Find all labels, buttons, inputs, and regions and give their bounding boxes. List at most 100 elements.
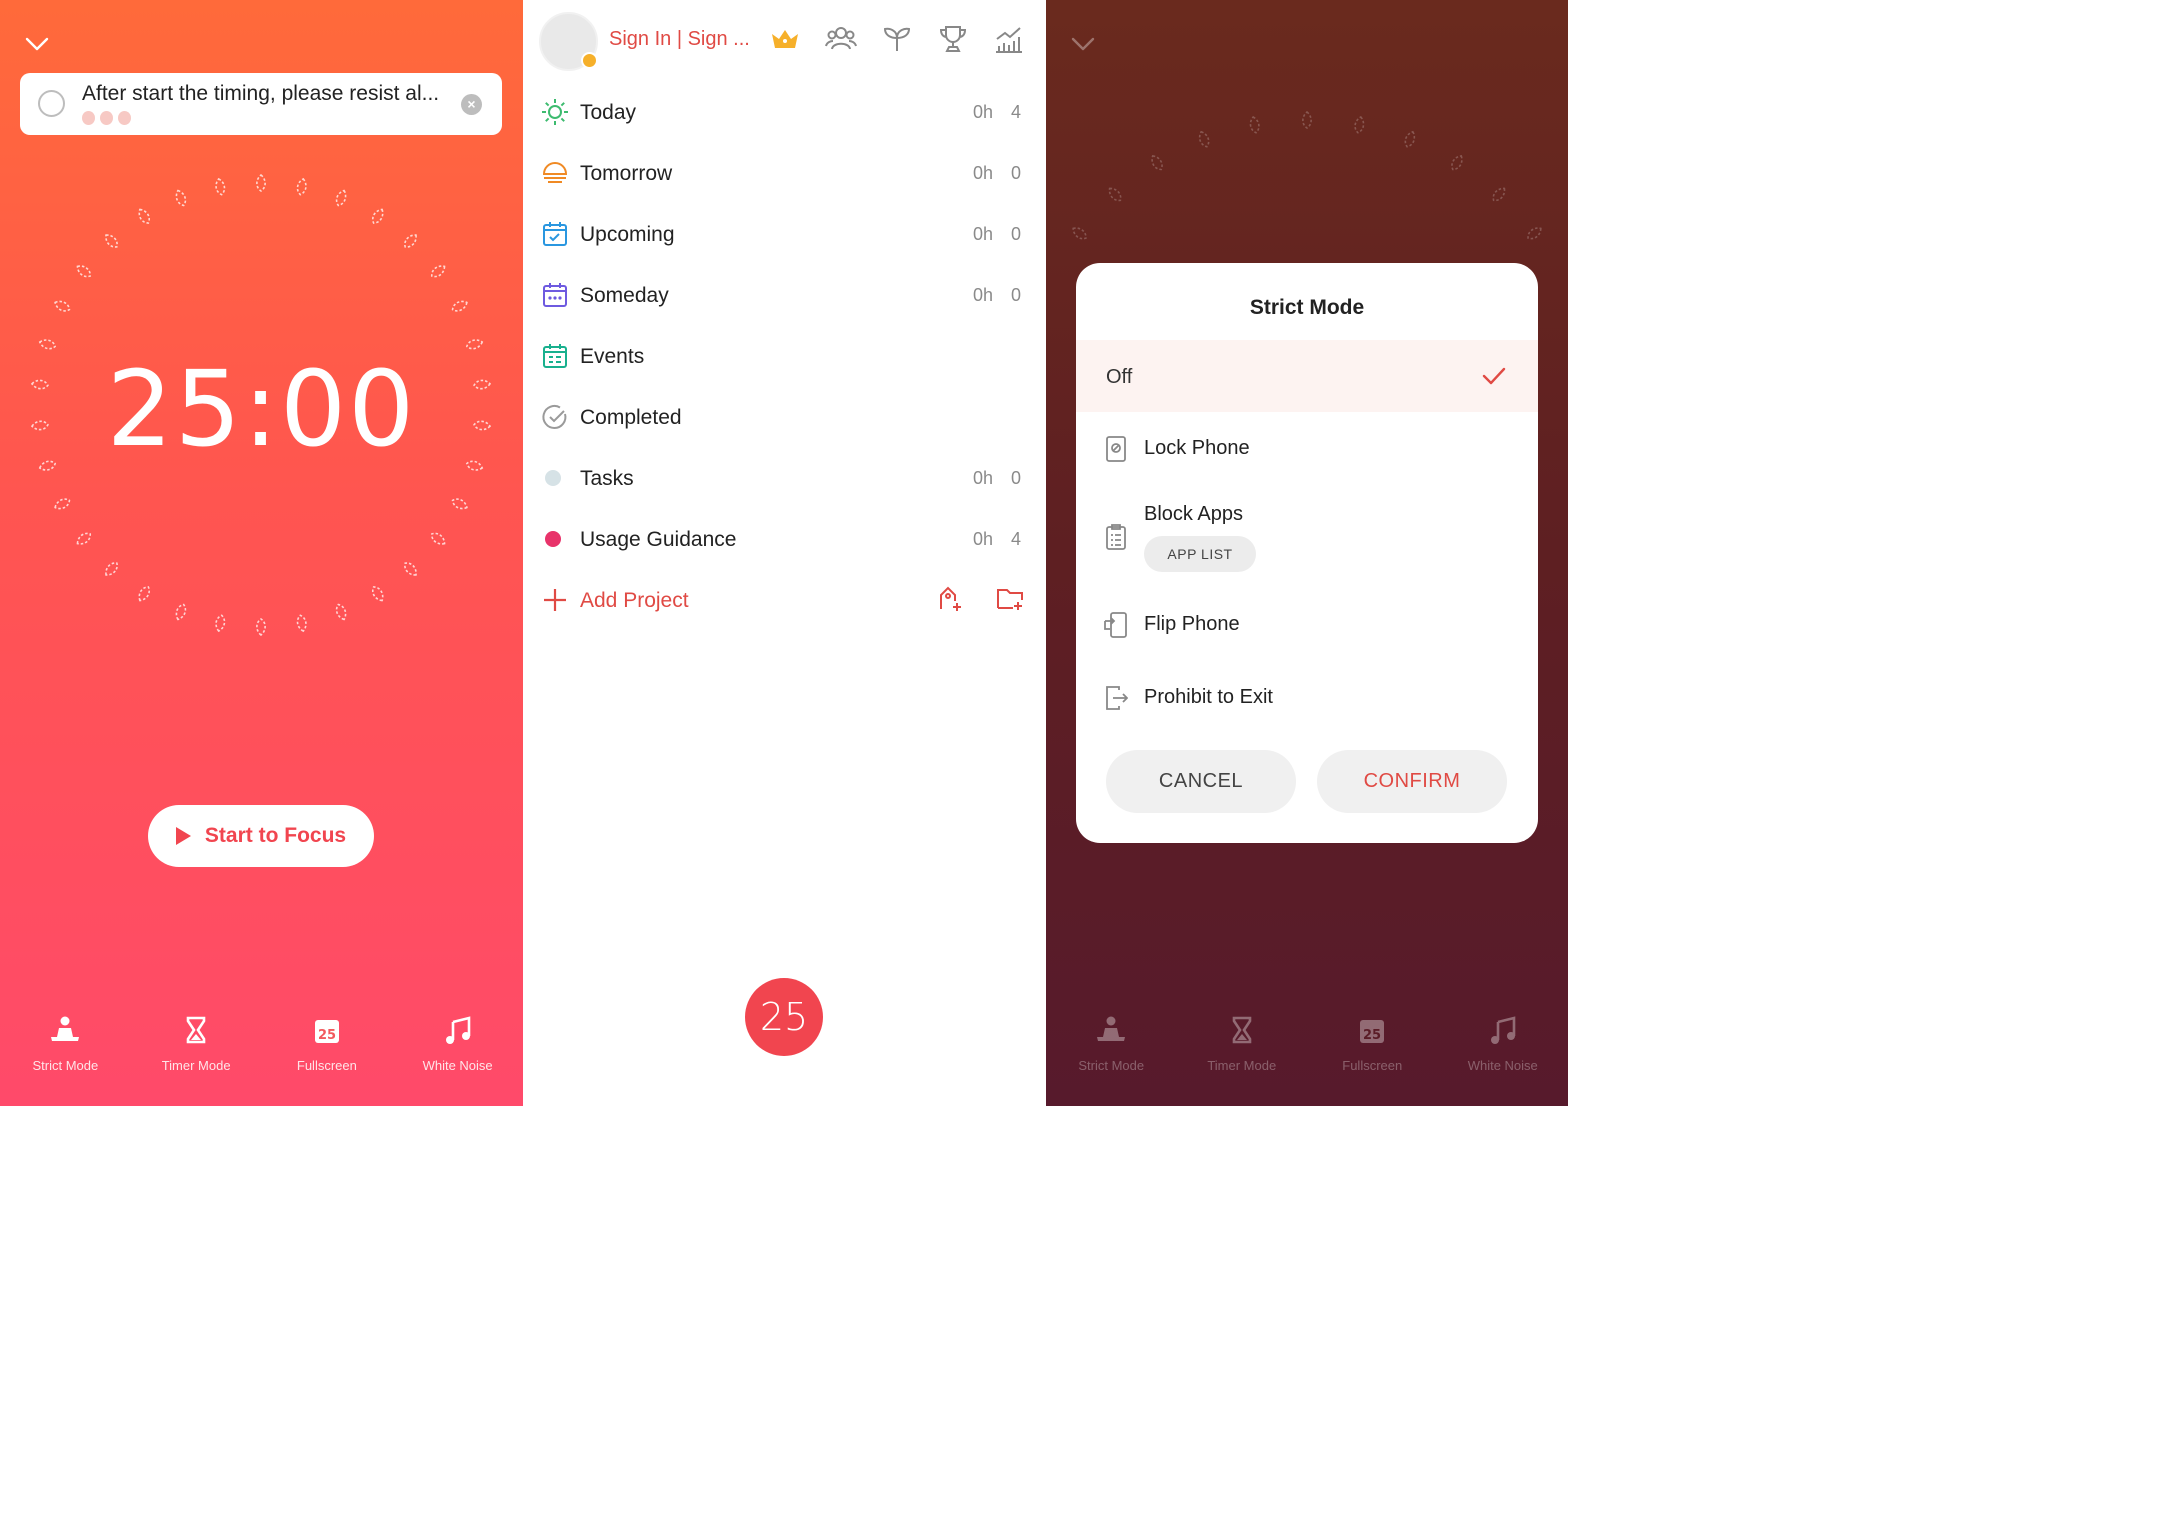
seed-mark: [1492, 187, 1506, 202]
seed-mark: [54, 300, 71, 312]
menu-time: 0h: [973, 224, 994, 244]
seed-mark: [1151, 155, 1163, 171]
svg-text:25: 25: [1363, 1028, 1381, 1043]
hourglass-icon: [186, 1016, 206, 1044]
calendar-dots-icon: [543, 283, 567, 307]
seed-mark: [76, 532, 92, 545]
start-focus-label: Start to Focus: [204, 824, 347, 847]
header-actions: [768, 22, 1026, 56]
svg-text:25: 25: [318, 1028, 336, 1043]
seed-mark: [430, 532, 446, 545]
seed-mark: [1108, 187, 1122, 202]
menu-item-someday[interactable]: Someday 0h 0: [523, 265, 1046, 326]
calendar-list-icon: [543, 344, 567, 368]
seed-mark: [1404, 130, 1416, 148]
menu-time: 0h: [973, 468, 994, 488]
timer-value: 25:00: [106, 348, 417, 470]
timer-mode-button[interactable]: Timer Mode: [131, 1014, 262, 1084]
fullscreen-button[interactable]: 25 Fullscreen: [1307, 1014, 1438, 1084]
menu-time: 0h: [973, 163, 994, 183]
meditation-icon: [1097, 1016, 1126, 1041]
strict-mode-button[interactable]: Strict Mode: [1046, 1014, 1177, 1084]
white-noise-button[interactable]: White Noise: [1438, 1014, 1569, 1084]
sprout-icon[interactable]: [880, 22, 914, 56]
calendar-check-icon: [543, 222, 567, 246]
sign-in-link[interactable]: Sign In | Sign ...: [609, 28, 750, 51]
meditation-icon: [51, 1016, 80, 1041]
seed-mark: [372, 208, 384, 224]
check-circle-icon: [542, 404, 567, 429]
app-list-button[interactable]: APP LIST: [1144, 536, 1256, 572]
cancel-button[interactable]: CANCEL: [1106, 750, 1296, 813]
menu-time: 0h: [973, 102, 994, 122]
menu-item-upcoming[interactable]: Upcoming 0h 0: [523, 204, 1046, 265]
project-menu-panel: Sign In | Sign ... Today 0h 4 Tomorrow 0…: [523, 0, 1046, 1106]
option-prohibit-exit[interactable]: Prohibit to Exit: [1076, 662, 1538, 734]
play-icon: [175, 827, 191, 845]
menu-label: Upcoming: [580, 222, 675, 246]
start-focus-button[interactable]: Start to Focus: [148, 805, 374, 867]
option-flip-phone[interactable]: Flip Phone: [1076, 589, 1538, 661]
seed-mark: [296, 614, 307, 633]
plus-icon[interactable]: [541, 586, 569, 614]
fullscreen-button[interactable]: 25 Fullscreen: [262, 1014, 393, 1084]
add-tag-icon[interactable]: [935, 584, 965, 614]
lock-phone-icon: [1106, 436, 1126, 462]
seed-mark: [1249, 115, 1260, 134]
menu-label: Tasks: [580, 466, 634, 490]
option-label: Off: [1106, 366, 1133, 388]
seed-mark: [215, 614, 226, 633]
option-block-apps[interactable]: Block Apps: [1076, 485, 1538, 593]
option-lock-phone[interactable]: Lock Phone: [1076, 413, 1538, 485]
pomodoro-fab[interactable]: 25: [745, 978, 823, 1056]
group-icon[interactable]: [824, 22, 858, 56]
seed-mark: [215, 177, 226, 196]
progress-ring: [30, 173, 492, 637]
seed-mark: [404, 562, 417, 576]
fullscreen-label: Fullscreen: [296, 1058, 357, 1073]
add-project-button[interactable]: Add Project: [580, 589, 689, 613]
white-noise-label: White Noise: [1467, 1058, 1538, 1073]
menu-count: 4: [1011, 102, 1022, 122]
sun-icon: [542, 99, 568, 125]
menu-item-events[interactable]: Events: [523, 326, 1046, 387]
option-label: Lock Phone: [1144, 437, 1250, 459]
add-folder-icon[interactable]: [995, 584, 1025, 614]
option-off[interactable]: Off: [1076, 340, 1538, 412]
menu-label: Usage Guidance: [580, 527, 737, 551]
menu-item-completed[interactable]: Completed: [523, 387, 1046, 448]
calendar-25-icon: 25: [314, 1020, 339, 1043]
menu-item-usage-guidance[interactable]: Usage Guidance 0h 4: [523, 509, 1046, 570]
option-label: Flip Phone: [1144, 613, 1240, 635]
crown-icon[interactable]: [768, 22, 802, 56]
menu-item-tomorrow[interactable]: Tomorrow 0h 0: [523, 143, 1046, 204]
seed-mark: [1354, 115, 1365, 134]
white-noise-label: White Noise: [422, 1058, 493, 1073]
strict-mode-label: Strict Mode: [32, 1058, 99, 1073]
white-noise-button[interactable]: White Noise: [392, 1014, 523, 1084]
clipboard-list-icon: [1106, 524, 1126, 550]
seed-mark: [105, 562, 118, 576]
timer-mode-button[interactable]: Timer Mode: [1177, 1014, 1308, 1084]
timer-mode-label: Timer Mode: [1207, 1058, 1277, 1073]
menu-label: Events: [580, 344, 645, 368]
seed-mark: [175, 603, 187, 621]
seed-mark: [138, 208, 150, 224]
seed-mark: [335, 189, 347, 207]
menu-item-today[interactable]: Today 0h 4: [523, 82, 1046, 143]
confirm-button[interactable]: CONFIRM: [1317, 750, 1507, 813]
seed-mark: [1527, 227, 1542, 240]
menu-time: 0h: [973, 529, 994, 549]
premium-badge-icon: [581, 52, 598, 69]
menu-count: 0: [1011, 163, 1022, 183]
menu-item-tasks[interactable]: Tasks 0h 0: [523, 448, 1046, 509]
stats-icon[interactable]: [992, 22, 1026, 56]
strict-mode-button[interactable]: Strict Mode: [0, 1014, 131, 1084]
project-color-dot: [545, 531, 561, 547]
sunset-icon: [542, 162, 568, 183]
strict-mode-label: Strict Mode: [1078, 1058, 1145, 1073]
trophy-icon[interactable]: [936, 22, 970, 56]
seed-mark: [1451, 155, 1463, 171]
option-label: Prohibit to Exit: [1144, 686, 1273, 708]
menu-label: Today: [580, 100, 637, 124]
